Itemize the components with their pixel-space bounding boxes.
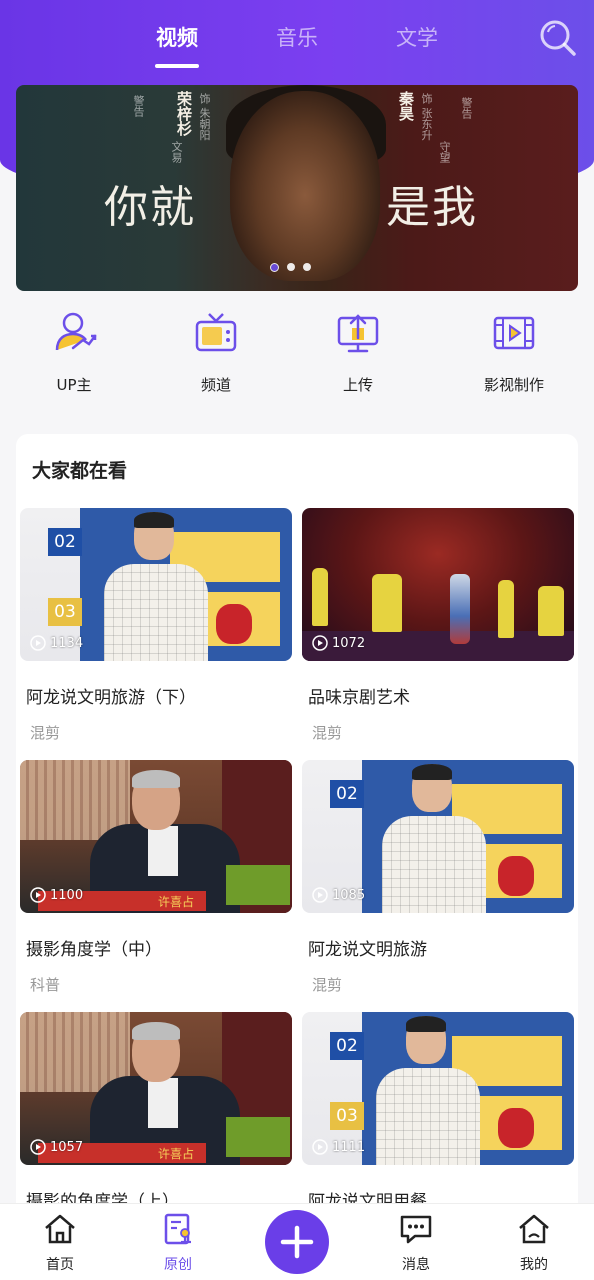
original-icon: [164, 1213, 191, 1245]
view-count-text: 1085: [332, 887, 366, 903]
view-count-text: 1100: [50, 887, 84, 903]
video-thumbnail[interactable]: 1072: [302, 508, 574, 661]
quick-label: 上传: [342, 376, 373, 394]
view-count-text: 1057: [50, 1139, 84, 1155]
nav-label: 原创: [164, 1257, 192, 1273]
video-title[interactable]: 阿龙说文明旅游: [302, 935, 574, 960]
tv-channel-icon: [195, 313, 237, 352]
banner-title-right: 是我: [386, 182, 478, 233]
banner-credit: 警告: [132, 95, 145, 117]
banner-carousel[interactable]: 警告 荣梓杉 饰 朱朝阳 文易 秦昊 饰 张东升 警告 守望 你就 是我: [16, 85, 578, 291]
tab-music[interactable]: 音乐: [276, 22, 318, 52]
video-card[interactable]: 02 03 1134 阿龙说文明旅游（下） 混剪: [20, 508, 292, 743]
quick-label: 影视制作: [483, 376, 544, 394]
video-card[interactable]: 许喜占 1057 摄影的角度学（上）: [20, 1012, 292, 1212]
tab-literature[interactable]: 文学: [396, 22, 438, 52]
banner-role-left: 饰 朱朝阳: [198, 93, 211, 141]
board-label: 03: [48, 598, 82, 626]
view-count: 1100: [30, 887, 83, 903]
video-thumbnail[interactable]: 许喜占 1057: [20, 1012, 292, 1165]
bottom-nav: 首页 原创 消息 我的: [0, 1203, 594, 1280]
video-title[interactable]: 品味京剧艺术: [302, 683, 574, 708]
banner-actor-left: 荣梓杉: [175, 91, 193, 136]
top-tabs: 视频 音乐 文学: [0, 0, 594, 80]
play-count-icon: [30, 1139, 46, 1155]
banner-actor-right: 秦昊: [397, 91, 415, 121]
popular-section: 大家都在看 02 03 1134 阿龙说文明旅游（下） 混剪 1072 品味京剧…: [16, 434, 578, 1280]
tab-video[interactable]: 视频: [156, 22, 198, 52]
play-count-icon: [30, 887, 46, 903]
board-label: 03: [330, 1102, 364, 1130]
view-count-text: 1134: [50, 635, 84, 651]
quick-label: 频道: [200, 376, 231, 394]
search-icon[interactable]: [538, 18, 578, 58]
board-label: 02: [330, 780, 364, 808]
section-title: 大家都在看: [32, 460, 128, 482]
banner-credit-4: 守望: [438, 141, 451, 163]
play-count-icon: [312, 887, 328, 903]
carousel-dot[interactable]: [303, 263, 311, 271]
view-count-text: 1111: [332, 1139, 366, 1155]
create-button[interactable]: [265, 1210, 329, 1274]
presenter: [100, 512, 210, 661]
video-tag: 混剪: [312, 976, 343, 994]
banner-portrait: [230, 91, 380, 281]
quick-channel[interactable]: 频道: [156, 310, 276, 395]
quick-up-host[interactable]: UP主: [14, 310, 134, 395]
home-icon: [45, 1214, 75, 1244]
banner-role-right: 饰 张东升: [420, 93, 433, 141]
video-tag: 科普: [30, 976, 61, 994]
play-count-icon: [30, 635, 46, 651]
video-tag: 混剪: [312, 724, 343, 742]
video-card[interactable]: 1072 品味京剧艺术 混剪: [302, 508, 574, 743]
nav-label: 消息: [402, 1257, 430, 1273]
nav-messages[interactable]: 消息: [376, 1212, 456, 1274]
video-thumbnail[interactable]: 02 03 1111: [302, 1012, 574, 1165]
profile-home-icon: [519, 1214, 549, 1244]
nav-original[interactable]: 原创: [138, 1212, 218, 1274]
banner-title-left: 你就: [104, 182, 196, 233]
up-user-icon: [55, 312, 97, 351]
active-tab-indicator: [155, 64, 199, 68]
play-count-icon: [312, 635, 328, 651]
nav-label: 我的: [520, 1257, 548, 1273]
film-icon: [493, 316, 535, 350]
nav-label: 首页: [46, 1257, 74, 1273]
quick-upload[interactable]: 上传: [298, 310, 418, 395]
video-card[interactable]: 02 1085 阿龙说文明旅游 混剪: [302, 760, 574, 995]
video-title[interactable]: 阿龙说文明旅游（下）: [20, 683, 292, 708]
view-count: 1134: [30, 635, 83, 651]
view-count: 1085: [312, 887, 365, 903]
banner-credit-2: 文易: [170, 141, 183, 163]
play-count-icon: [312, 1139, 328, 1155]
video-tag: 混剪: [30, 724, 61, 742]
view-count-text: 1072: [332, 635, 366, 651]
video-title[interactable]: 摄影角度学（中）: [20, 935, 292, 960]
nav-home[interactable]: 首页: [20, 1212, 100, 1274]
board-label: 02: [330, 1032, 364, 1060]
video-thumbnail[interactable]: 02 1085: [302, 760, 574, 913]
banner-credit-3: 警告: [460, 97, 473, 119]
video-thumbnail[interactable]: 02 03 1134: [20, 508, 292, 661]
carousel-dot[interactable]: [270, 263, 279, 272]
view-count: 1057: [30, 1139, 83, 1155]
view-count: 1072: [312, 635, 365, 651]
quick-label: UP主: [56, 376, 92, 394]
quick-actions: UP主 频道 上传 影视制作: [0, 310, 594, 410]
video-thumbnail[interactable]: 许喜占 1100: [20, 760, 292, 913]
video-card[interactable]: 02 03 1111 阿龙说文明用餐: [302, 1012, 574, 1212]
presenter: [372, 1016, 482, 1165]
presenter: [378, 764, 488, 913]
view-count: 1111: [312, 1139, 365, 1155]
nav-profile[interactable]: 我的: [494, 1212, 574, 1274]
quick-film-production[interactable]: 影视制作: [454, 310, 574, 395]
plus-icon: [280, 1225, 314, 1259]
message-icon: [400, 1215, 432, 1244]
carousel-dot[interactable]: [287, 263, 295, 271]
upload-icon: [337, 314, 379, 353]
carousel-indicator: [270, 263, 311, 272]
board-label: 02: [48, 528, 82, 556]
video-card[interactable]: 许喜占 1100 摄影角度学（中） 科普: [20, 760, 292, 995]
